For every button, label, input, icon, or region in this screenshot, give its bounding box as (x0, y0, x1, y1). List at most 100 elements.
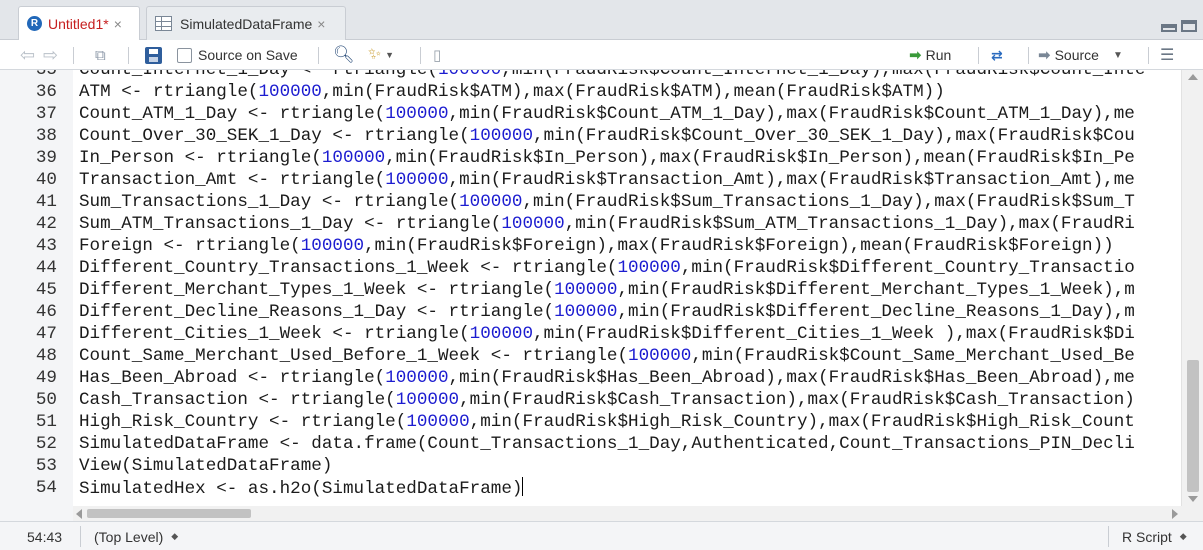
code-line[interactable]: 48 Count_Same_Merchant_Used_Before_1_Week… (0, 345, 1181, 367)
scroll-down-icon[interactable] (1188, 496, 1198, 502)
numeric-literal: 100000 (554, 302, 618, 322)
maximize-pane-icon[interactable] (1181, 20, 1197, 32)
code-text[interactable]: Count_ATM_1_Day <- rtriangle(100000,min(… (79, 103, 1179, 125)
code-editor[interactable]: 35 Count_Internet_1_Day <- rtriangle(1000… (0, 70, 1181, 506)
editor-toolbar: ⇦ ⇨ ⧉ Source on Save 🔍︎ ✨︎ ▼ ▯ ➡ Run ⇄ ➡ … (0, 40, 1203, 70)
close-icon[interactable]: × (114, 16, 122, 32)
tab-label: SimulatedDataFrame (180, 15, 313, 32)
chevron-down-icon[interactable]: ▼ (1113, 50, 1123, 61)
code-text[interactable]: In_Person <- rtriangle(100000,min(FraudR… (79, 147, 1179, 169)
chevron-down-icon: ▼ (385, 50, 395, 60)
gutter-spacer (0, 506, 73, 521)
code-line[interactable]: 42 Sum_ATM_Transactions_1_Day <- rtriangl… (0, 213, 1181, 235)
line-number: 42 (35, 214, 57, 234)
horizontal-scrollbar[interactable] (73, 506, 1181, 521)
line-number: 40 (35, 170, 57, 190)
scroll-left-icon[interactable] (76, 509, 82, 519)
code-text[interactable]: Cash_Transaction <- rtriangle(100000,min… (79, 389, 1179, 411)
code-line[interactable]: 54 SimulatedHex <- as.h2o(SimulatedDataFr… (0, 477, 1181, 499)
line-number: 39 (35, 148, 57, 168)
back-arrow-icon[interactable]: ⇦ (20, 40, 35, 70)
code-line[interactable]: 40 Transaction_Amt <- rtriangle(100000,mi… (0, 169, 1181, 191)
code-text[interactable]: Different_Merchant_Types_1_Week <- rtria… (79, 279, 1179, 301)
search-icon[interactable]: 🔍︎ (333, 40, 355, 70)
code-text[interactable]: Has_Been_Abroad <- rtriangle(100000,min(… (79, 367, 1179, 389)
code-line[interactable]: 45 Different_Merchant_Types_1_Week <- rtr… (0, 279, 1181, 301)
save-button[interactable] (145, 40, 162, 70)
numeric-literal: 100000 (617, 258, 681, 278)
source-label: Source (1054, 47, 1099, 63)
numeric-literal: 100000 (258, 82, 322, 102)
numeric-literal: 100000 (385, 104, 449, 124)
run-arrow-icon: ➡ (909, 47, 922, 64)
code-line[interactable]: 44 Different_Country_Transactions_1_Week … (0, 257, 1181, 279)
horizontal-scroll-thumb[interactable] (87, 509, 251, 518)
code-line[interactable]: 52 SimulatedDataFrame <- data.frame(Count… (0, 433, 1181, 455)
vertical-scroll-thumb[interactable] (1187, 360, 1199, 492)
r-file-icon: R (27, 16, 42, 31)
code-text[interactable]: Sum_Transactions_1_Day <- rtriangle(1000… (79, 191, 1179, 213)
status-bar: 54:43 (Top Level) ◆ R Script ◆ (0, 521, 1203, 550)
code-text[interactable]: Foreign <- rtriangle(100000,min(FraudRis… (79, 235, 1179, 257)
compile-report-icon[interactable]: ▯ (433, 40, 441, 70)
code-line[interactable]: 38 Count_Over_30_SEK_1_Day <- rtriangle(1… (0, 125, 1181, 147)
tab-label: Untitled1* (48, 15, 109, 32)
numeric-literal: 100000 (437, 70, 502, 80)
line-number: 36 (35, 82, 57, 102)
scroll-up-icon[interactable] (1188, 74, 1198, 80)
code-line[interactable]: 47 Different_Cities_1_Week <- rtriangle(1… (0, 323, 1181, 345)
cursor-position: 54:43 (27, 528, 63, 545)
code-line[interactable]: 36 ATM <- rtriangle(100000,min(FraudRisk$… (0, 81, 1181, 103)
code-text[interactable]: Different_Decline_Reasons_1_Day <- rtria… (79, 301, 1179, 323)
code-text[interactable]: SimulatedHex <- as.h2o(SimulatedDataFram… (79, 477, 1179, 500)
file-type-label: R Script (1122, 528, 1172, 545)
code-text[interactable]: Count_Internet_1_Day <- rtriangle(100000… (79, 70, 1179, 81)
tab-simulated-data-frame[interactable]: SimulatedDataFrame × (146, 6, 346, 40)
tab-untitled1[interactable]: R Untitled1* × (18, 6, 140, 40)
code-line[interactable]: 50 Cash_Transaction <- rtriangle(100000,m… (0, 389, 1181, 411)
outline-icon[interactable]: ☰ (1160, 40, 1174, 70)
numeric-literal: 100000 (554, 280, 618, 300)
code-text[interactable]: High_Risk_Country <- rtriangle(100000,mi… (79, 411, 1179, 433)
rerun-icon[interactable]: ⇄ (991, 40, 1003, 70)
code-text[interactable]: View(SimulatedDataFrame) (79, 455, 1179, 477)
code-text[interactable]: Different_Country_Transactions_1_Week <-… (79, 257, 1179, 279)
code-text[interactable]: Count_Same_Merchant_Used_Before_1_Week <… (79, 345, 1179, 367)
show-in-window-icon[interactable]: ⧉ (95, 40, 106, 70)
scroll-right-icon[interactable] (1172, 509, 1178, 519)
code-text[interactable]: SimulatedDataFrame <- data.frame(Count_T… (79, 433, 1179, 455)
code-line[interactable]: 43 Foreign <- rtriangle(100000,min(FraudR… (0, 235, 1181, 257)
code-line[interactable]: 39 In_Person <- rtriangle(100000,min(Frau… (0, 147, 1181, 169)
code-text[interactable]: Different_Cities_1_Week <- rtriangle(100… (79, 323, 1179, 345)
code-line[interactable]: 51 High_Risk_Country <- rtriangle(100000,… (0, 411, 1181, 433)
close-icon[interactable]: × (317, 16, 325, 32)
numeric-literal: 100000 (469, 324, 534, 344)
code-text[interactable]: Count_Over_30_SEK_1_Day <- rtriangle(100… (79, 125, 1179, 147)
code-text[interactable]: Transaction_Amt <- rtriangle(100000,min(… (79, 169, 1179, 191)
minimize-pane-icon[interactable] (1161, 24, 1177, 32)
magic-wand-icon[interactable]: ✨︎ ▼ (368, 40, 394, 70)
text-cursor (522, 477, 524, 496)
code-text[interactable]: Sum_ATM_Transactions_1_Day <- rtriangle(… (79, 213, 1179, 235)
code-line[interactable]: 46 Different_Decline_Reasons_1_Day <- rtr… (0, 301, 1181, 323)
numeric-literal: 100000 (395, 390, 460, 410)
line-number: 43 (35, 236, 57, 256)
code-line[interactable]: 49 Has_Been_Abroad <- rtriangle(100000,mi… (0, 367, 1181, 389)
line-number: 51 (35, 412, 57, 432)
source-button[interactable]: ➡ Source ▼ (1038, 40, 1123, 70)
code-text[interactable]: ATM <- rtriangle(100000,min(FraudRisk$AT… (79, 81, 1179, 103)
source-on-save-checkbox[interactable]: Source on Save (177, 40, 298, 70)
scope-selector[interactable]: (Top Level) ◆ (94, 522, 178, 550)
forward-arrow-icon[interactable]: ⇨ (43, 40, 58, 70)
code-line[interactable]: 35 Count_Internet_1_Day <- rtriangle(1000… (0, 70, 1181, 81)
run-button[interactable]: ➡ Run (909, 40, 951, 70)
vertical-scrollbar[interactable] (1181, 70, 1203, 506)
code-line[interactable]: 37 Count_ATM_1_Day <- rtriangle(100000,mi… (0, 103, 1181, 125)
line-number: 48 (35, 346, 57, 366)
file-type-selector[interactable]: R Script ◆ (1122, 522, 1187, 550)
line-number: 49 (35, 368, 57, 388)
code-line[interactable]: 53 View(SimulatedDataFrame) (0, 455, 1181, 477)
chevron-up-down-icon: ◆ (171, 531, 179, 541)
code-line[interactable]: 41 Sum_Transactions_1_Day <- rtriangle(10… (0, 191, 1181, 213)
checkbox[interactable] (177, 47, 192, 63)
